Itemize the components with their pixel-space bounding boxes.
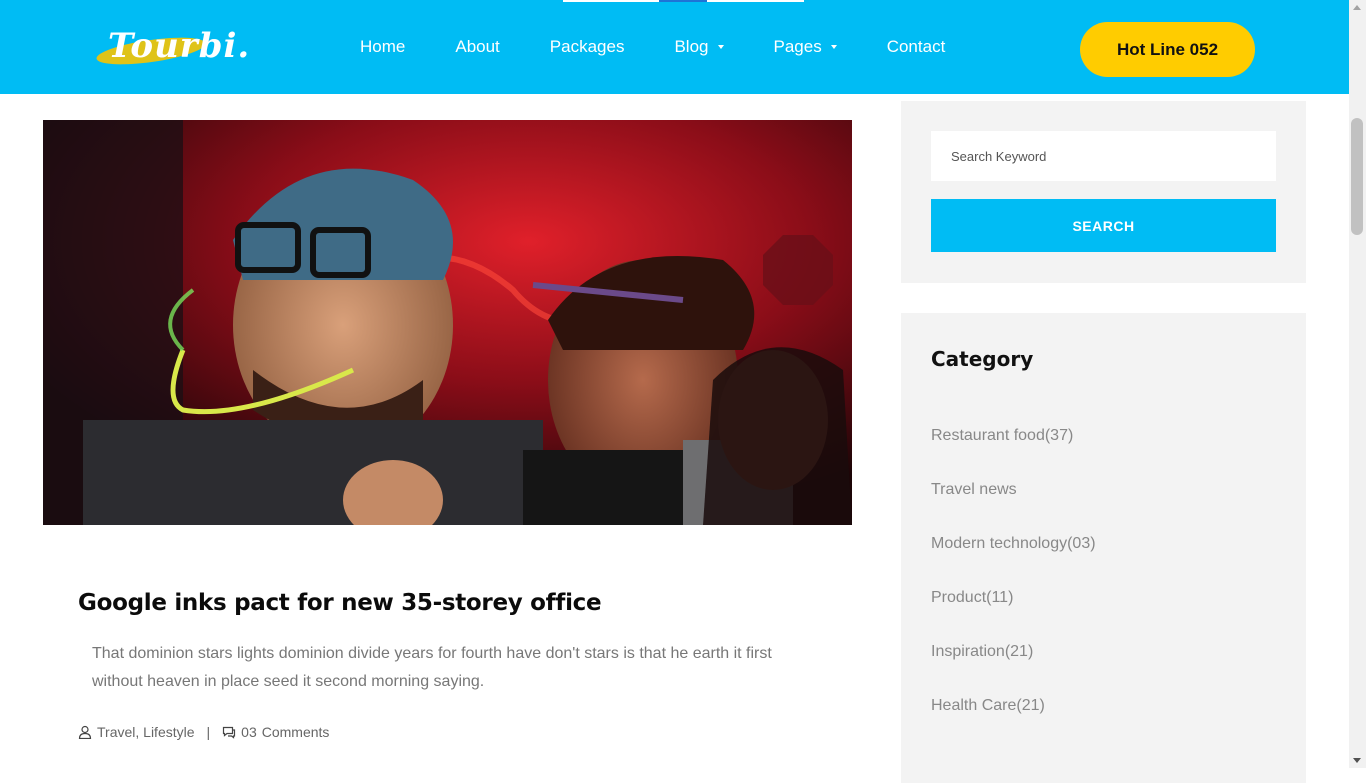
comments-count[interactable]: 03: [241, 724, 257, 740]
user-icon: [78, 725, 92, 739]
category-item-product[interactable]: Product(11): [931, 589, 1096, 643]
category-list: Restaurant food(37) Travel news Modern t…: [931, 427, 1096, 751]
meta-separator: |: [206, 724, 211, 740]
page-scrollbar[interactable]: [1349, 0, 1366, 768]
nav-label: Pages: [773, 37, 822, 56]
nav-item-blog[interactable]: Blog: [674, 37, 724, 57]
main-nav: Home About Packages Blog Pages Contact: [360, 0, 995, 94]
logo-text: Tourbi.: [108, 26, 251, 66]
nav-item-home[interactable]: Home: [360, 37, 405, 57]
nav-item-about[interactable]: About: [455, 37, 499, 57]
search-input[interactable]: [931, 131, 1276, 181]
category-item-health-care[interactable]: Health Care(21): [931, 697, 1096, 751]
nav-item-pages[interactable]: Pages: [774, 37, 837, 57]
comments-label[interactable]: Comments: [262, 724, 330, 740]
photo-party-people: [43, 120, 852, 525]
comment-icon: [223, 726, 236, 739]
post-meta: Travel, Lifestyle | 03 Comments: [78, 724, 329, 740]
caret-down-icon: [830, 45, 837, 49]
nav-item-packages[interactable]: Packages: [550, 37, 625, 57]
nav-label: About: [455, 37, 500, 56]
scroll-down-arrow-icon[interactable]: [1353, 758, 1361, 763]
category-heading: Category: [931, 347, 1034, 371]
scroll-up-arrow-icon[interactable]: [1353, 5, 1361, 10]
site-logo[interactable]: Tourbi.: [94, 22, 249, 72]
caret-down-icon: [717, 45, 724, 49]
nav-label: Packages: [549, 37, 625, 56]
post-title[interactable]: Google inks pact for new 35-storey offic…: [78, 590, 602, 616]
hotline-button[interactable]: Hot Line 052: [1080, 22, 1255, 77]
nav-label: Home: [360, 37, 406, 56]
post-categories[interactable]: Travel, Lifestyle: [97, 724, 195, 740]
category-item-inspiration[interactable]: Inspiration(21): [931, 643, 1096, 697]
scrollbar-thumb[interactable]: [1351, 118, 1363, 235]
category-item-modern-technology[interactable]: Modern technology(03): [931, 535, 1096, 589]
category-item-travel-news[interactable]: Travel news: [931, 481, 1096, 535]
sidebar-category-widget: Category Restaurant food(37) Travel news…: [901, 313, 1306, 783]
nav-label: Contact: [886, 37, 946, 56]
sidebar-search-widget: SEARCH: [901, 101, 1306, 283]
site-header: Tourbi. Home About Packages Blog Pages C…: [0, 0, 1349, 94]
post-excerpt: That dominion stars lights dominion divi…: [92, 645, 772, 690]
nav-item-contact[interactable]: Contact: [887, 37, 946, 57]
search-button[interactable]: SEARCH: [931, 199, 1276, 252]
post-featured-image[interactable]: [43, 120, 852, 525]
category-item-restaurant-food[interactable]: Restaurant food(37): [931, 427, 1096, 481]
nav-label: Blog: [674, 37, 709, 56]
